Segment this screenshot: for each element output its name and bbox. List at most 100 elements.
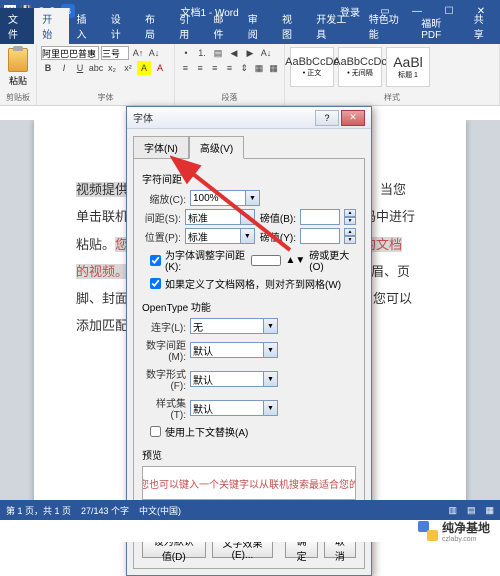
- group-paragraph: • 1. ▤ ◀ ▶ A↓ ≡ ≡ ≡ ≡ ⇕ ▦ ▦ 段落: [175, 44, 285, 105]
- context-checkbox[interactable]: [150, 426, 161, 437]
- spacing-spin-down[interactable]: ▼: [344, 217, 356, 225]
- scale-dropdown-icon[interactable]: ▼: [246, 190, 260, 206]
- justify-icon[interactable]: ≡: [223, 61, 236, 75]
- group-font: A↑ A↓ B I U abc x₂ x² A A 字体: [37, 44, 175, 105]
- italic-icon[interactable]: I: [57, 61, 71, 75]
- group-clipboard: 粘贴 剪贴板: [0, 44, 37, 105]
- kerning-spin-down[interactable]: ▼: [295, 255, 305, 266]
- style-nospacing[interactable]: AaBbCcDc• 无间隔: [338, 47, 382, 87]
- watermark: 纯净基地 czlaby.com: [0, 520, 500, 542]
- shading-icon[interactable]: ▦: [253, 61, 266, 75]
- bold-icon[interactable]: B: [41, 61, 55, 75]
- position-label: 位置(P):: [142, 229, 181, 244]
- status-page[interactable]: 第 1 页，共 1 页: [6, 504, 71, 517]
- spacing-pt-label: 磅值(B):: [259, 210, 296, 225]
- share-button[interactable]: 共享: [466, 8, 500, 44]
- tab-review[interactable]: 审阅: [240, 8, 274, 44]
- numform-input[interactable]: [190, 371, 264, 387]
- tab-file[interactable]: 文件: [0, 8, 34, 44]
- dialog-help-button[interactable]: ?: [315, 110, 339, 126]
- position-pt-input[interactable]: [300, 228, 340, 244]
- numform-dropdown-icon[interactable]: ▼: [264, 371, 278, 387]
- scale-input[interactable]: [190, 190, 246, 206]
- tab-insert[interactable]: 插入: [69, 8, 103, 44]
- grow-font-icon[interactable]: A↑: [131, 46, 145, 60]
- view-read-icon[interactable]: ▥: [448, 505, 457, 516]
- numspacing-label: 数字间距(M):: [142, 337, 186, 363]
- position-input[interactable]: [185, 228, 241, 244]
- spacing-label: 间距(S):: [142, 210, 181, 225]
- section-opentype: OpenType 功能: [142, 299, 356, 314]
- kerning-input[interactable]: [251, 255, 281, 266]
- tab-layout[interactable]: 布局: [137, 8, 171, 44]
- spacing-dropdown-icon[interactable]: ▼: [241, 209, 255, 225]
- underline-icon[interactable]: U: [73, 61, 87, 75]
- tab-design[interactable]: 设计: [103, 8, 137, 44]
- dialog-titlebar[interactable]: 字体 ? ✕: [127, 107, 371, 129]
- spacing-pt-input[interactable]: [300, 209, 340, 225]
- font-size-input[interactable]: [101, 46, 129, 60]
- align-center-icon[interactable]: ≡: [194, 61, 207, 75]
- tab-mailings[interactable]: 邮件: [206, 8, 240, 44]
- view-print-icon[interactable]: ▤: [467, 505, 476, 516]
- style-normal[interactable]: AaBbCcDc• 正文: [290, 47, 334, 87]
- dialog-close-button[interactable]: ✕: [341, 110, 365, 126]
- tab-view[interactable]: 视图: [274, 8, 308, 44]
- numspacing-input[interactable]: [190, 342, 264, 358]
- kerning-unit: 磅或更大(O): [309, 247, 356, 273]
- watermark-text: 纯净基地: [442, 519, 490, 536]
- numbering-icon[interactable]: 1.: [195, 46, 209, 60]
- ligatures-dropdown-icon[interactable]: ▼: [264, 318, 278, 334]
- spacing-input[interactable]: [185, 209, 241, 225]
- tab-developer[interactable]: 开发工具: [308, 8, 361, 44]
- highlight-icon[interactable]: A: [137, 61, 151, 75]
- tab-special[interactable]: 特色功能: [361, 8, 414, 44]
- multilevel-icon[interactable]: ▤: [211, 46, 225, 60]
- indent-inc-icon[interactable]: ▶: [243, 46, 257, 60]
- styleset-label: 样式集(T):: [142, 395, 186, 421]
- dialog-tab-advanced[interactable]: 高级(V): [189, 136, 244, 159]
- strike-icon[interactable]: abc: [89, 61, 103, 75]
- preview-box: 您也可以键入一个关键字以从联机搜索最适合您的: [142, 466, 356, 500]
- position-spin-down[interactable]: ▼: [344, 236, 356, 244]
- styleset-dropdown-icon[interactable]: ▼: [264, 400, 278, 416]
- indent-dec-icon[interactable]: ◀: [227, 46, 241, 60]
- ligatures-label: 连字(L):: [142, 319, 186, 334]
- group-styles: AaBbCcDc• 正文 AaBbCcDc• 无间隔 AaBl标题 1 样式: [285, 44, 500, 105]
- bullets-icon[interactable]: •: [179, 46, 193, 60]
- status-words[interactable]: 27/143 个字: [81, 504, 129, 517]
- tab-references[interactable]: 引用: [171, 8, 205, 44]
- numspacing-dropdown-icon[interactable]: ▼: [264, 342, 278, 358]
- line-spacing-icon[interactable]: ⇕: [238, 61, 251, 75]
- position-dropdown-icon[interactable]: ▼: [241, 228, 255, 244]
- font-name-input[interactable]: [41, 46, 99, 60]
- paste-button[interactable]: 粘贴: [4, 46, 32, 88]
- align-left-icon[interactable]: ≡: [179, 61, 192, 75]
- context-label: 使用上下文替换(A): [165, 424, 248, 439]
- tab-newpdf[interactable]: 福昕PDF: [413, 12, 466, 44]
- align-right-icon[interactable]: ≡: [208, 61, 221, 75]
- tab-home[interactable]: 开始: [34, 8, 68, 44]
- numform-label: 数字形式(F):: [142, 366, 186, 392]
- spacing-spin-up[interactable]: ▲: [344, 209, 356, 217]
- view-web-icon[interactable]: ▦: [485, 505, 494, 516]
- status-lang[interactable]: 中文(中国): [139, 504, 181, 517]
- subscript-icon[interactable]: x₂: [105, 61, 119, 75]
- ribbon: 粘贴 剪贴板 A↑ A↓ B I U abc x₂ x² A A 字体: [0, 44, 500, 106]
- borders-icon[interactable]: ▦: [267, 61, 280, 75]
- kerning-label: 为字体调整字间距(K):: [165, 247, 247, 273]
- sort-icon[interactable]: A↓: [259, 46, 273, 60]
- superscript-icon[interactable]: x²: [121, 61, 135, 75]
- dialog-tab-font[interactable]: 字体(N): [133, 136, 189, 159]
- shrink-font-icon[interactable]: A↓: [147, 46, 161, 60]
- position-spin-up[interactable]: ▲: [344, 228, 356, 236]
- kerning-spin-up[interactable]: ▲: [285, 255, 295, 266]
- font-color-icon[interactable]: A: [153, 61, 167, 75]
- preview-label: 预览: [142, 447, 356, 462]
- clipboard-icon: [8, 48, 28, 72]
- grid-checkbox[interactable]: [150, 278, 161, 289]
- style-heading1[interactable]: AaBl标题 1: [386, 47, 430, 87]
- styleset-input[interactable]: [190, 400, 264, 416]
- kerning-checkbox[interactable]: [150, 255, 161, 266]
- ligatures-input[interactable]: [190, 318, 264, 334]
